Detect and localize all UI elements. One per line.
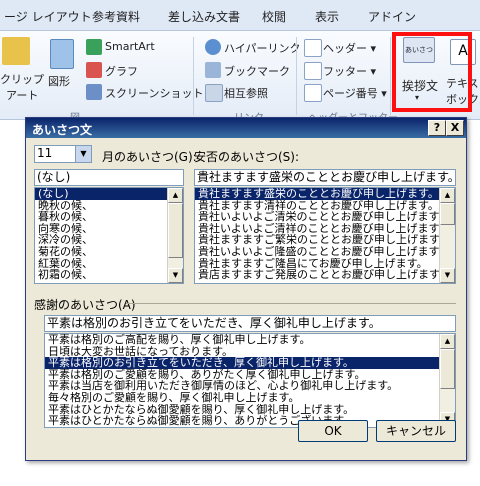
- month-greeting-item[interactable]: 菊花の候、: [35, 246, 183, 258]
- screenshot-button[interactable]: スクリーンショット ▾: [105, 85, 212, 101]
- dialog-title: あいさつ文: [32, 123, 93, 137]
- scroll-thumb[interactable]: [440, 349, 455, 389]
- wellbeing-greeting-item[interactable]: 貴社いよいよご隆盛のこととお慶び申し上げます。: [195, 246, 455, 258]
- footer-button[interactable]: フッター ▾: [323, 63, 376, 79]
- scroll-thumb[interactable]: [440, 203, 455, 225]
- wellbeing-greeting-item[interactable]: 貴店ますますご発展のこととお慶び申し上げます。: [195, 269, 455, 281]
- tab-view[interactable]: 表示: [315, 8, 339, 25]
- shapes-icon: [50, 39, 74, 69]
- page-number-icon: [304, 84, 322, 102]
- screenshot-icon: [86, 84, 102, 100]
- clip-art-label-2[interactable]: アート: [6, 87, 38, 103]
- wellbeing-greeting-field[interactable]: 貴社ますます盛栄のこととお慶び申し上げます。: [194, 169, 456, 186]
- month-greeting-list[interactable]: (なし) 晩秋の候、 暮秋の候、 向寒の候、 深冷の候、 菊花の候、 紅葉の候、 初霜の候、 …: [34, 187, 184, 284]
- header-icon: [304, 39, 322, 57]
- thanks-greeting-item[interactable]: 毎々格別のご愛顧を賜り、厚く御礼申し上げます。: [45, 392, 455, 404]
- thanks-greeting-field[interactable]: 平素は格別のお引き立てをいただき、厚く御礼申し上げます。: [44, 315, 456, 332]
- wellbeing-greeting-item[interactable]: 貴社ますます清祥のこととお慶び申し上げます。: [195, 200, 455, 212]
- tab-references[interactable]: 参考資料: [92, 8, 140, 25]
- group-separator: [296, 37, 297, 115]
- scroll-down-icon[interactable]: ▼: [168, 268, 183, 283]
- chart-icon: [86, 62, 102, 78]
- highlight-box: [392, 32, 472, 112]
- scrollbar[interactable]: ▲ ▼: [439, 188, 455, 283]
- hyperlink-icon: [205, 39, 221, 55]
- thanks-greeting-list[interactable]: 平素は格別のご高配を賜り、厚く御礼申し上げます。 日頃は大変お世話になっております…: [44, 333, 456, 428]
- month-greeting-item[interactable]: 深冷の候、: [35, 234, 183, 246]
- scroll-up-icon[interactable]: ▲: [440, 334, 455, 349]
- wellbeing-greeting-item[interactable]: 貴社ますますご繁栄のこととお慶び申し上げます。: [195, 234, 455, 246]
- chevron-down-icon[interactable]: ▼: [75, 146, 91, 162]
- cancel-button[interactable]: キャンセル: [376, 420, 456, 442]
- chart-button[interactable]: グラフ: [105, 63, 138, 79]
- month-greeting-item[interactable]: 紅葉の候、: [35, 258, 183, 270]
- clip-art-icon: [2, 37, 30, 65]
- group-separator: [390, 37, 391, 115]
- tab-page-layout[interactable]: ージ レイアウト: [4, 8, 92, 25]
- wellbeing-greeting-list[interactable]: 貴社ますます盛栄のこととお慶び申し上げます。 貴社ますます清祥のこととお慶び申し上…: [194, 187, 456, 284]
- scroll-down-icon[interactable]: ▼: [440, 268, 455, 283]
- ok-button[interactable]: OK: [298, 420, 368, 442]
- thanks-greeting-item[interactable]: 平素は格別のご愛顧を賜り、ありがたく厚く御礼申し上げます。: [45, 369, 455, 381]
- month-greeting-item[interactable]: 暮秋の候、: [35, 211, 183, 223]
- month-greeting-item[interactable]: 向寒の候、: [35, 223, 183, 235]
- header-button[interactable]: ヘッダー ▾: [323, 40, 376, 56]
- wellbeing-greeting-item[interactable]: 貴社いよいよご清栄のこととお慶び申し上げます。: [195, 211, 455, 223]
- clip-art-label-1[interactable]: クリップ: [0, 71, 44, 87]
- wellbeing-greeting-item[interactable]: 貴社ますます盛栄のこととお慶び申し上げます。: [195, 188, 455, 200]
- month-select[interactable]: 11 ▼: [34, 145, 92, 163]
- wellbeing-greeting-item[interactable]: 貴社ますますご隆昌にてお慶び申し上げます。: [195, 258, 455, 270]
- smartart-icon: [86, 39, 102, 55]
- thanks-greeting-item[interactable]: 平素は当店を御利用いただき御厚情のほど、心より御礼申し上げます。: [45, 380, 455, 392]
- month-greeting-item[interactable]: (なし): [35, 188, 183, 200]
- shapes-button[interactable]: 図形: [48, 73, 70, 89]
- bookmark-button[interactable]: ブックマーク: [224, 63, 290, 79]
- thanks-greeting-item[interactable]: 平素は格別のお引き立てをいただき、厚く御礼申し上げます。: [45, 357, 455, 369]
- tab-addins[interactable]: アドイン: [368, 8, 416, 25]
- thanks-greeting-item[interactable]: 平素はひとかたならぬ御愛顧を賜り、厚く御礼申し上げます。: [45, 404, 455, 416]
- document-area: [0, 120, 25, 486]
- group-separator: [193, 37, 194, 115]
- month-select-value: 11: [37, 146, 53, 160]
- month-greeting-label: 月のあいさつ(G):: [102, 150, 197, 164]
- close-button[interactable]: X: [446, 120, 464, 136]
- ribbon-tab-bar: ージ レイアウト 参考資料 差し込み文書 校閲 表示 アドイン: [0, 0, 480, 31]
- wellbeing-greeting-label: 安否のあいさつ(S):: [194, 150, 300, 164]
- cross-reference-icon: [205, 84, 223, 102]
- scroll-up-icon[interactable]: ▲: [440, 188, 455, 203]
- greeting-dialog: あいさつ文 ? X 11 ▼ 月のあいさつ(G): 安否のあいさつ(S): (な…: [25, 117, 467, 461]
- bookmark-icon: [205, 62, 221, 78]
- scrollbar[interactable]: ▲ ▼: [167, 188, 183, 283]
- month-greeting-item[interactable]: 晩秋の候、: [35, 200, 183, 212]
- thanks-greeting-item[interactable]: 日頃は大変お世話になっております。: [45, 346, 455, 358]
- thanks-greeting-label: 感謝のあいさつ(A): [34, 298, 136, 312]
- page-number-button[interactable]: ページ番号 ▾: [323, 85, 387, 101]
- smartart-button[interactable]: SmartArt: [105, 40, 155, 53]
- scroll-up-icon[interactable]: ▲: [168, 188, 183, 203]
- cross-reference-button[interactable]: 相互参照: [224, 85, 268, 101]
- month-greeting-item[interactable]: 初霜の候、: [35, 269, 183, 281]
- footer-icon: [304, 62, 322, 80]
- scrollbar[interactable]: ▲ ▼: [439, 334, 455, 427]
- tab-mailings[interactable]: 差し込み文書: [168, 8, 240, 25]
- hyperlink-button[interactable]: ハイパーリンク: [224, 40, 301, 56]
- help-button[interactable]: ?: [428, 120, 446, 136]
- month-greeting-field[interactable]: (なし): [34, 169, 184, 186]
- wellbeing-greeting-item[interactable]: 貴社いよいよご清祥のこととお慶び申し上げます。: [195, 223, 455, 235]
- dialog-titlebar: あいさつ文 ? X: [26, 118, 466, 138]
- divider: [126, 303, 456, 304]
- scroll-thumb[interactable]: [168, 203, 183, 258]
- thanks-greeting-item[interactable]: 平素は格別のご高配を賜り、厚く御礼申し上げます。: [45, 334, 455, 346]
- tab-review[interactable]: 校閲: [262, 8, 286, 25]
